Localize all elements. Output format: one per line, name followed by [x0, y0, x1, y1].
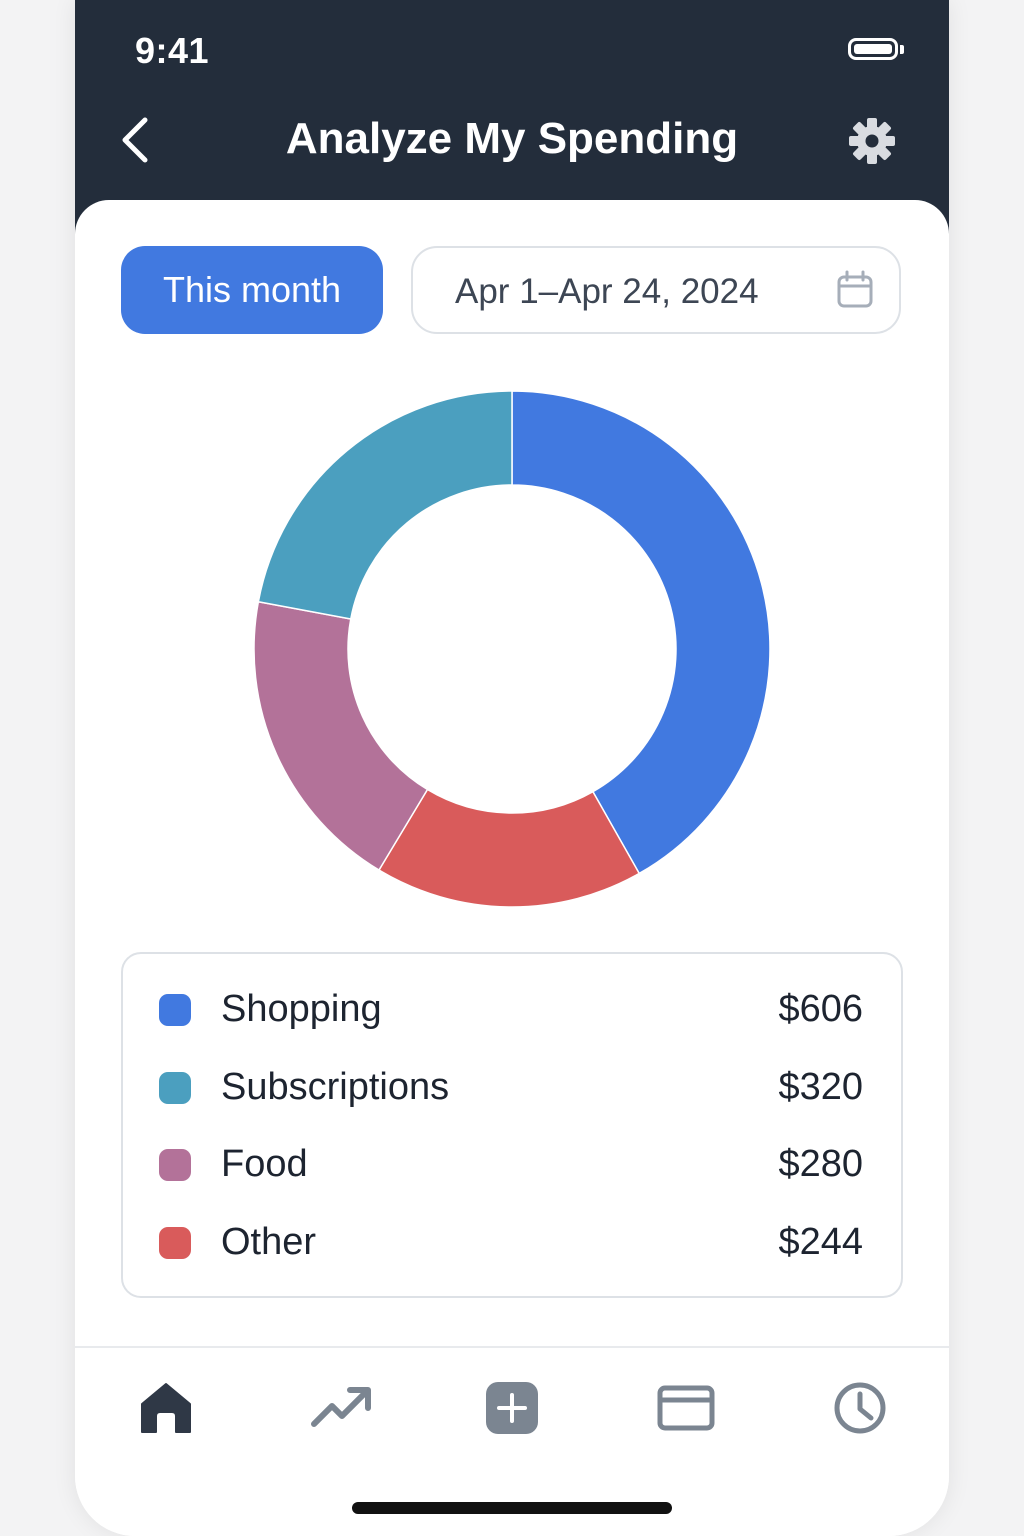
tab-bar-divider [75, 1346, 949, 1348]
legend-label: Subscriptions [221, 1066, 450, 1108]
donut-slice-subscriptions[interactable] [257, 390, 513, 620]
donut-slice-other[interactable] [377, 788, 641, 908]
spending-donut-chart [253, 390, 771, 908]
legend-value: $320 [778, 1066, 863, 1108]
legend-swatch [159, 1227, 191, 1259]
content-card: This month Apr 1–Apr 24, 2024 Shopping $… [75, 200, 949, 1536]
legend-label: Shopping [221, 988, 382, 1030]
tab-cards[interactable] [654, 1376, 718, 1440]
legend-row-other[interactable]: Other $244 [123, 1203, 901, 1263]
legend-value: $280 [778, 1143, 863, 1185]
battery-cap [900, 45, 904, 54]
phone-screen: 9:41 Analyze My Spending This month Apr … [75, 0, 949, 1536]
add-icon [486, 1382, 538, 1434]
home-icon [141, 1383, 191, 1433]
legend-swatch [159, 994, 191, 1026]
donut-slice-shopping[interactable] [511, 390, 771, 875]
page-title: Analyze My Spending [285, 114, 739, 163]
card-icon [657, 1385, 715, 1431]
trending-up-icon [311, 1387, 371, 1427]
legend-label: Food [221, 1143, 308, 1185]
home-indicator [352, 1502, 672, 1514]
battery-icon [848, 38, 898, 60]
status-time: 9:41 [135, 30, 210, 71]
legend-value: $606 [778, 988, 863, 1030]
legend-swatch [159, 1149, 191, 1181]
donut-slice-food[interactable] [253, 600, 429, 872]
gear-icon [849, 118, 895, 164]
legend-row-food[interactable]: Food $280 [123, 1125, 901, 1185]
legend-swatch [159, 1072, 191, 1104]
spending-legend: Shopping $606 Subscriptions $320 Food $2… [121, 952, 903, 1298]
legend-value: $244 [778, 1221, 863, 1263]
legend-row-subscriptions[interactable]: Subscriptions $320 [123, 1048, 901, 1108]
tab-history[interactable] [828, 1376, 892, 1440]
legend-row-shopping[interactable]: Shopping $606 [123, 970, 901, 1030]
clock-icon [834, 1382, 886, 1434]
tab-trends[interactable] [308, 1376, 372, 1440]
tab-home[interactable] [134, 1376, 198, 1440]
settings-button[interactable] [847, 116, 897, 166]
tab-add[interactable] [480, 1376, 544, 1440]
legend-label: Other [221, 1221, 317, 1263]
